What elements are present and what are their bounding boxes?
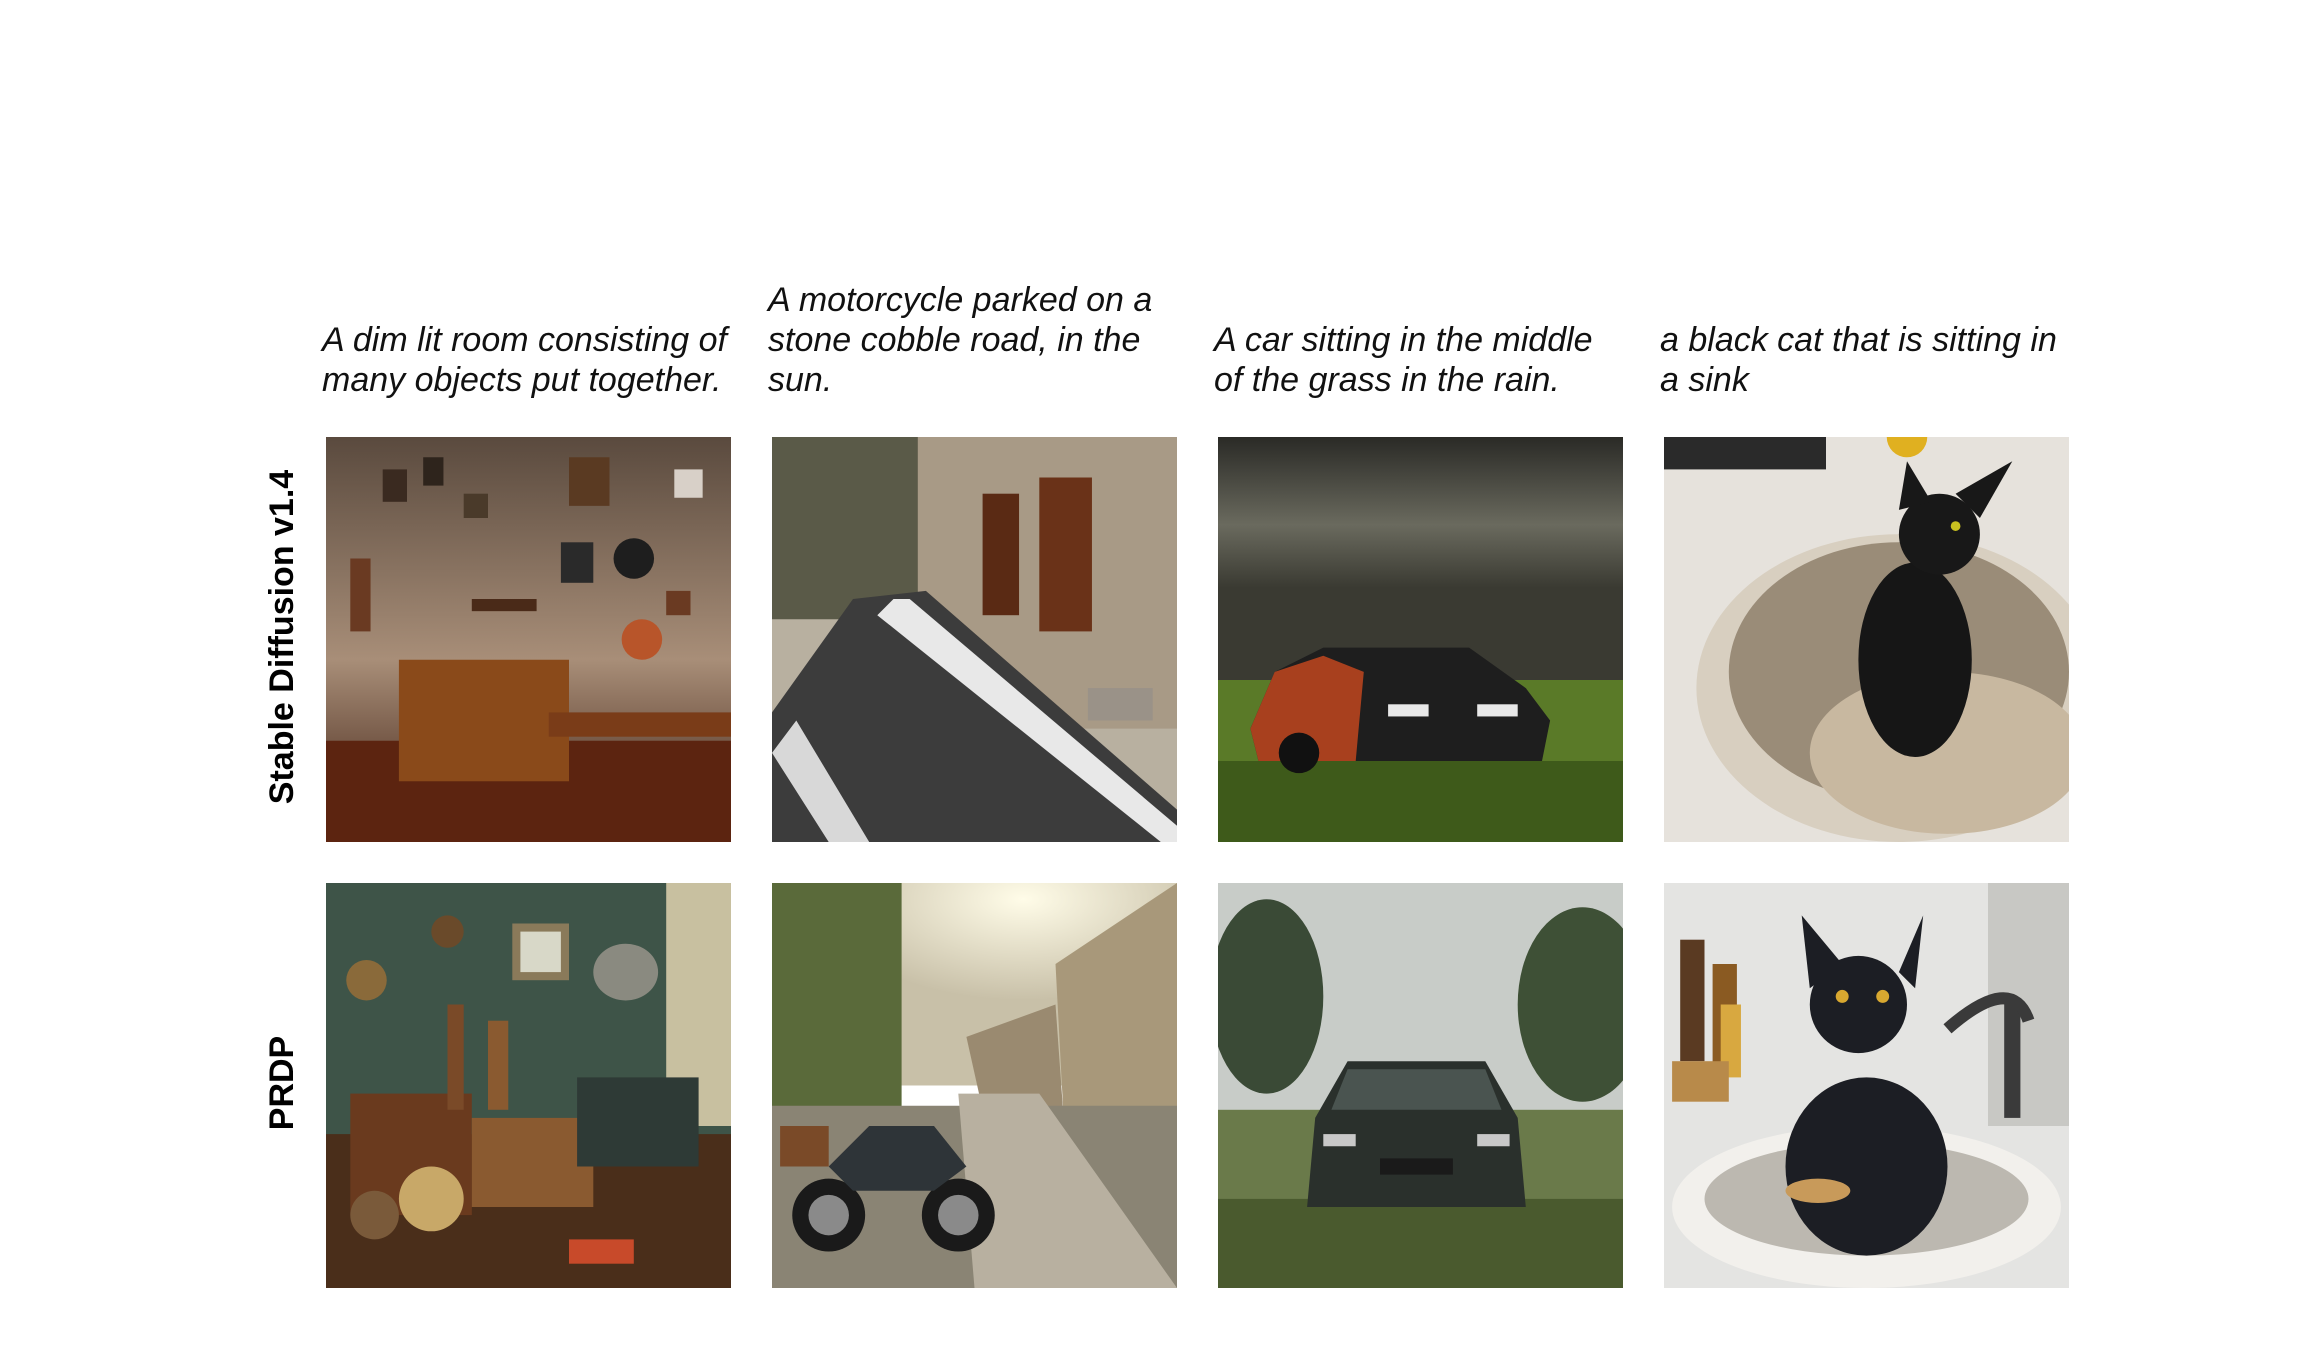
caption-motorcycle: A motorcycle parked on a stone cobble ro… [768,281,1153,399]
image-prdp-cat [1664,883,2069,1288]
row-label-stable-diffusion: Stable Diffusion v1.4 [263,469,301,805]
image-sd-motorcycle [772,437,1177,842]
caption-cat: a black cat that is sitting in a sink [1660,321,2057,399]
caption-car: A car sitting in the middle of the grass… [1214,321,1593,399]
image-sd-room [326,437,731,842]
image-prdp-motorcycle [772,883,1177,1288]
image-sd-car [1218,437,1623,842]
image-sd-cat [1664,437,2069,842]
row-label-prdp: PRDP [263,1035,301,1131]
image-prdp-car [1218,883,1623,1288]
image-prdp-room [326,883,731,1288]
caption-room: A dim lit room consisting of many object… [322,321,727,399]
